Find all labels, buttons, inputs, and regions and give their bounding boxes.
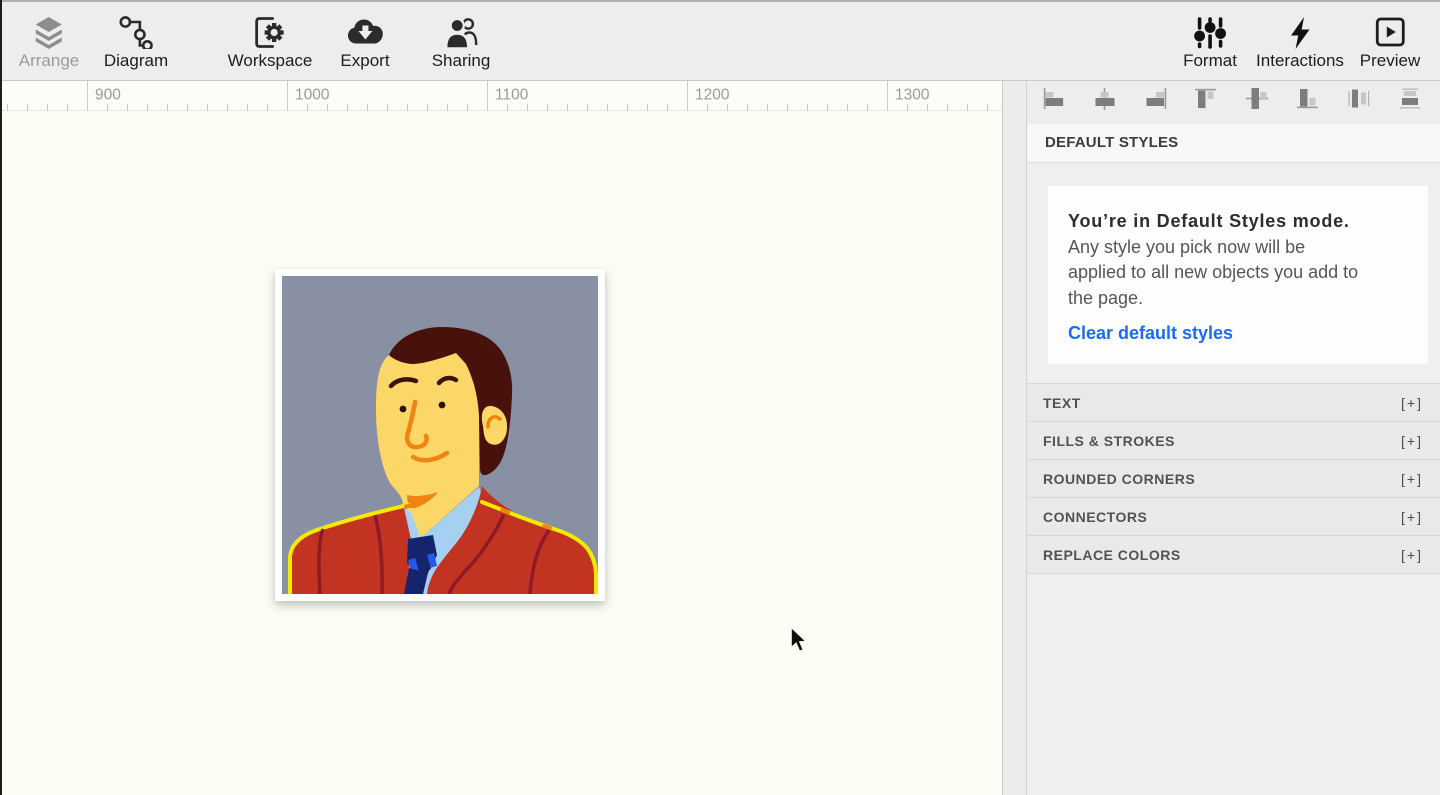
svg-text:1200: 1200 [695, 87, 730, 104]
svg-text:1000: 1000 [295, 87, 330, 104]
svg-text:1100: 1100 [495, 87, 529, 104]
svg-text:1300: 1300 [895, 87, 930, 104]
svg-text:900: 900 [95, 87, 121, 104]
